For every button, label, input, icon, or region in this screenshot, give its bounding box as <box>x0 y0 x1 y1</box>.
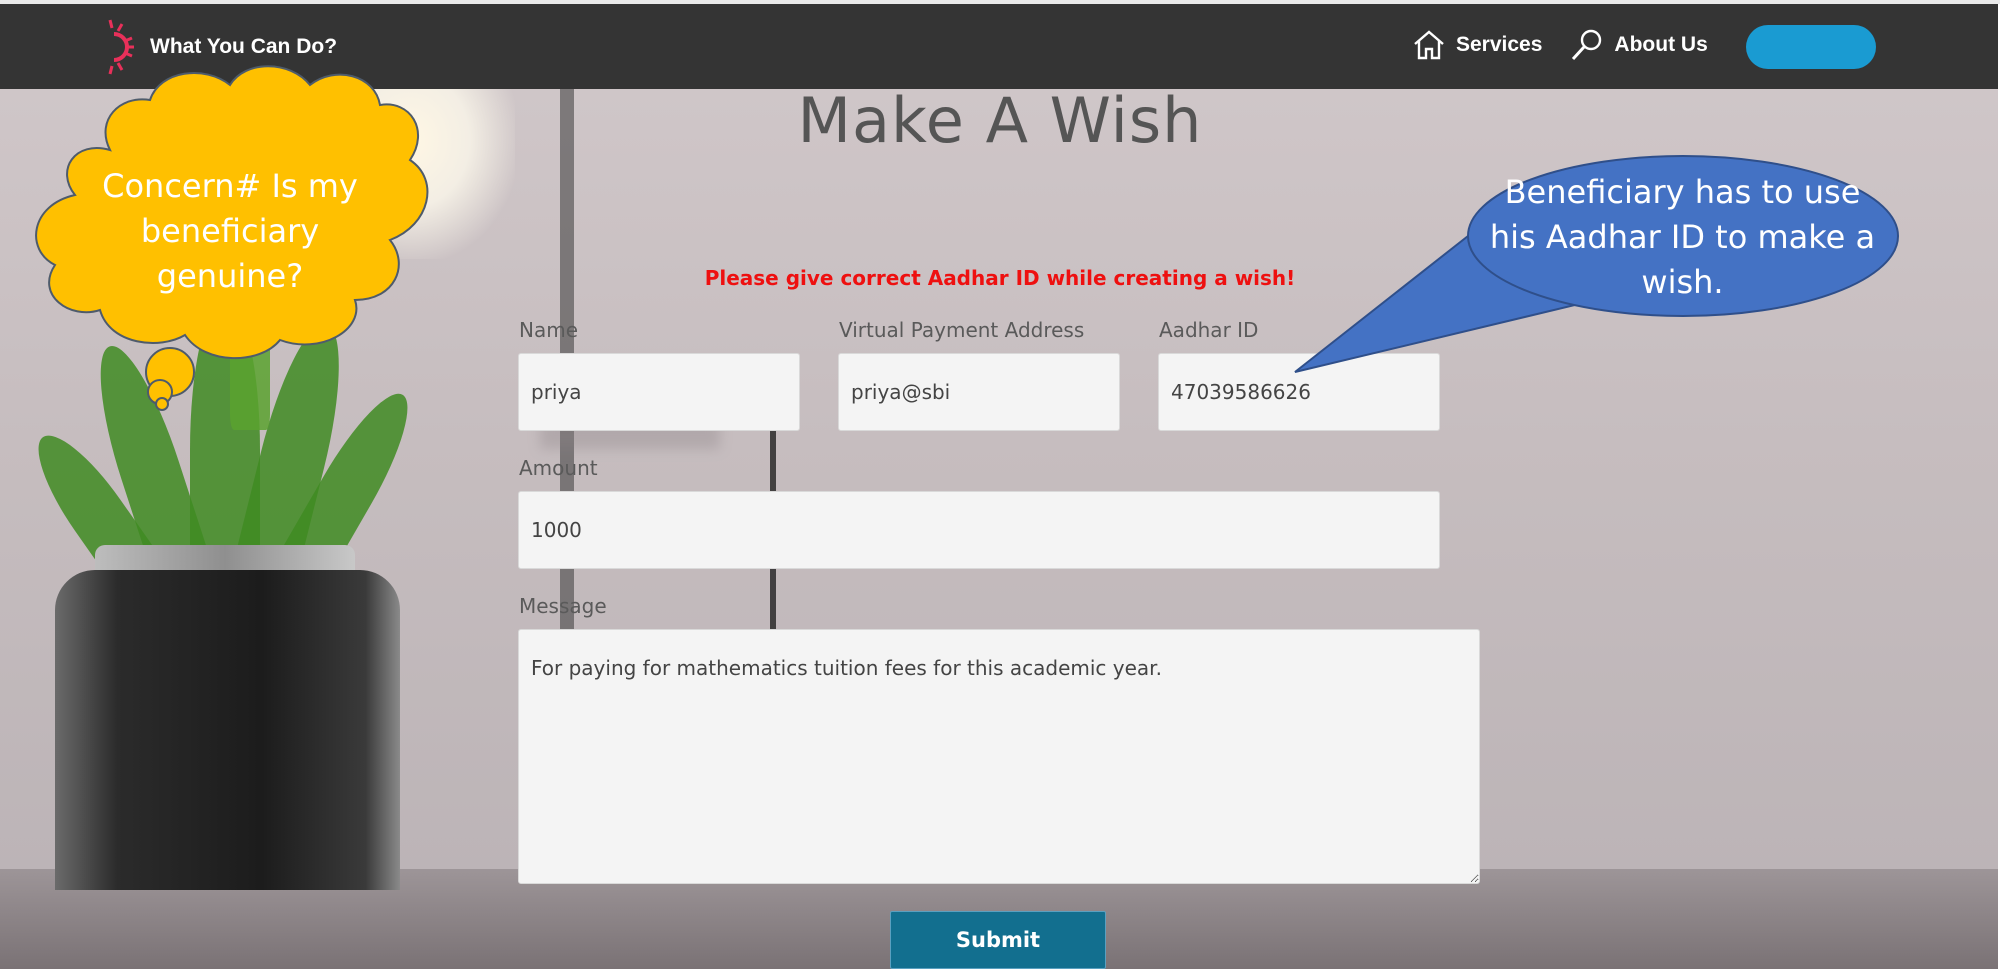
message-textarea[interactable]: For paying for mathematics tuition fees … <box>518 629 1480 884</box>
sun-logo-icon <box>108 19 134 75</box>
jar <box>55 570 400 890</box>
navbar: What You Can Do? Services About Us <box>0 4 1998 89</box>
home-icon <box>1414 30 1444 60</box>
nav-action-button[interactable] <box>1746 25 1876 69</box>
amount-label: Amount <box>519 456 598 480</box>
nav-about-us[interactable]: About Us <box>1570 28 1708 62</box>
amount-input[interactable] <box>518 491 1440 569</box>
name-input[interactable] <box>518 353 800 431</box>
search-icon <box>1572 29 1602 61</box>
info-callout-text: Beneficiary has to use his Aadhar ID to … <box>1489 173 1876 301</box>
vpa-label: Virtual Payment Address <box>839 318 1085 342</box>
submit-button[interactable]: Submit <box>890 911 1106 969</box>
name-label: Name <box>519 318 579 342</box>
warning-message: Please give correct Aadhar ID while crea… <box>704 266 1296 290</box>
page-title: Make A Wish <box>797 84 1203 157</box>
vpa-input[interactable] <box>838 353 1120 431</box>
brand[interactable]: What You Can Do? <box>100 16 337 78</box>
concern-callout-text: Concern# Is my beneficiary genuine? <box>102 167 358 295</box>
nav-about-us-label: About Us <box>1614 33 1708 56</box>
aadhar-label: Aadhar ID <box>1159 318 1259 342</box>
nav-services-label: Services <box>1456 33 1543 56</box>
nav-links: Services About Us <box>1412 28 1736 62</box>
message-label: Message <box>519 594 607 618</box>
brand-name: What You Can Do? <box>150 35 338 58</box>
nav-services[interactable]: Services <box>1412 28 1542 62</box>
aadhar-input[interactable] <box>1158 353 1440 431</box>
